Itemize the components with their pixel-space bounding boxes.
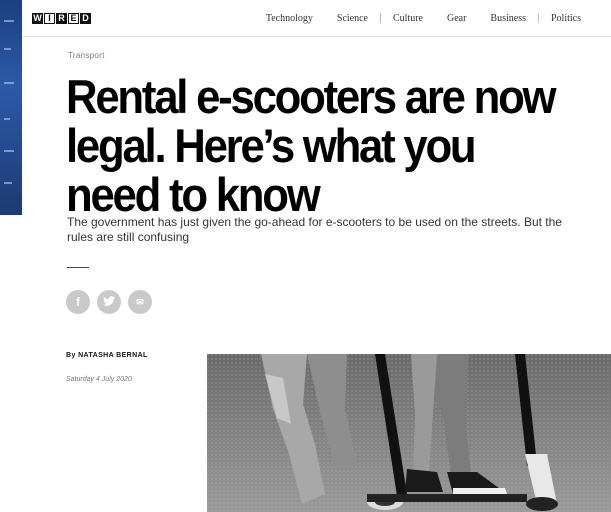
nav-item-science[interactable]: Science	[325, 13, 380, 24]
main-nav: Technology Science Culture Gear Business…	[254, 0, 593, 36]
nav-item-business[interactable]: Business	[478, 13, 538, 24]
author-byline[interactable]: By NATASHA BERNAL	[66, 352, 148, 359]
nav-item-culture[interactable]: Culture	[381, 13, 435, 24]
article-standfirst: The government has just given the go-ahe…	[67, 215, 562, 244]
nav-item-technology[interactable]: Technology	[254, 13, 325, 24]
nav-item-politics[interactable]: Politics	[539, 13, 593, 24]
facebook-share-button[interactable]: f	[66, 290, 90, 314]
twitter-icon	[103, 295, 115, 309]
divider	[67, 267, 89, 268]
nav-item-gear[interactable]: Gear	[435, 13, 478, 24]
top-navigation-bar: W I R E D Technology Science Culture Gea…	[22, 0, 611, 37]
section-tag[interactable]: Transport	[68, 51, 105, 60]
hero-image	[207, 354, 611, 512]
logo-letter: I	[44, 12, 55, 24]
article-headline: Rental e-scooters are now legal. Here’s …	[66, 70, 557, 221]
publish-date: Saturday 4 July 2020	[66, 376, 132, 383]
logo-letter: E	[68, 12, 79, 24]
mail-icon: ✉	[136, 296, 144, 307]
share-buttons: f ✉	[66, 290, 152, 314]
logo-letter: R	[56, 12, 67, 24]
article-page: W I R E D Technology Science Culture Gea…	[22, 0, 611, 512]
site-logo[interactable]: W I R E D	[32, 12, 91, 24]
logo-letter: W	[32, 12, 43, 24]
photo-icon	[207, 354, 611, 512]
email-share-button[interactable]: ✉	[128, 290, 152, 314]
twitter-share-button[interactable]	[97, 290, 121, 314]
logo-letter: D	[80, 12, 91, 24]
facebook-icon: f	[76, 295, 80, 309]
background-image-strip	[0, 0, 22, 215]
